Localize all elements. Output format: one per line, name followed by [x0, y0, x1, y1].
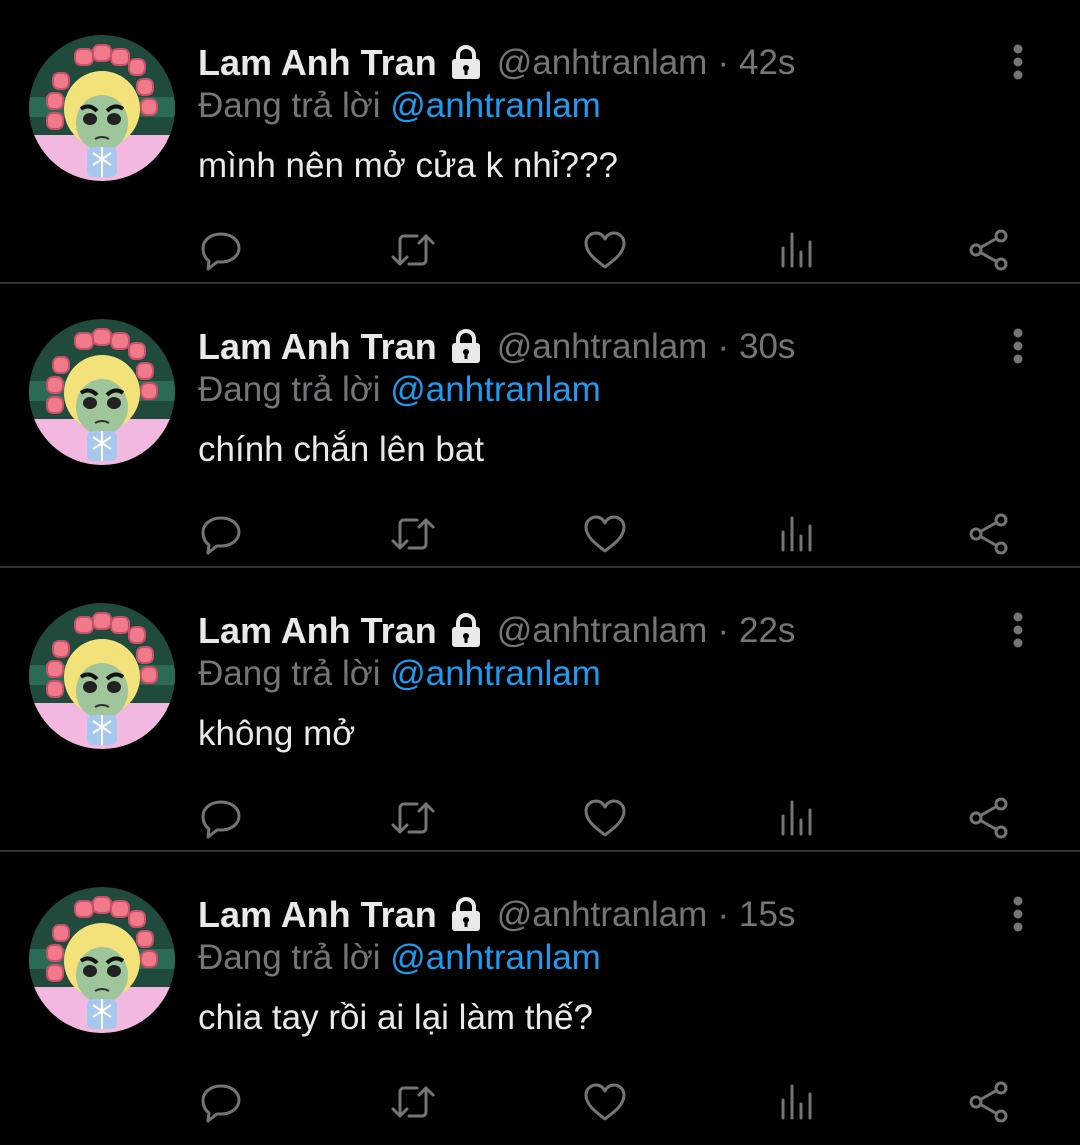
- retweet-icon[interactable]: [385, 790, 441, 846]
- reply-prefix: Đang trả lời: [198, 938, 381, 977]
- tweet-header: Lam Anh Tran @anhtranlam · 42s: [198, 38, 795, 88]
- user-handle[interactable]: @anhtranlam: [497, 327, 708, 367]
- tweet-text: chính chắn lên bat: [198, 430, 485, 469]
- like-icon[interactable]: [577, 1074, 633, 1130]
- views-icon[interactable]: [769, 790, 825, 846]
- share-icon[interactable]: [961, 222, 1017, 278]
- tweet[interactable]: Lam Anh Tran @anhtranlam · 42s Đang trả …: [0, 0, 1080, 284]
- tweet[interactable]: Lam Anh Tran @anhtranlam · 15s Đang trả …: [0, 852, 1080, 1141]
- replying-to: Đang trả lời @anhtranlam: [198, 86, 601, 126]
- tweet-text: mình nên mở cửa k nhỉ???: [198, 146, 618, 185]
- avatar[interactable]: [29, 319, 175, 465]
- tweet-feed: Lam Anh Tran @anhtranlam · 42s Đang trả …: [0, 0, 1080, 1141]
- avatar[interactable]: [29, 603, 175, 749]
- retweet-icon[interactable]: [385, 1074, 441, 1130]
- more-icon[interactable]: [998, 324, 1038, 368]
- action-bar: [0, 222, 1080, 278]
- avatar[interactable]: [29, 887, 175, 1033]
- tweet[interactable]: Lam Anh Tran @anhtranlam · 30s Đang trả …: [0, 284, 1080, 568]
- timestamp[interactable]: 22s: [739, 611, 795, 651]
- replying-to: Đang trả lời @anhtranlam: [198, 654, 601, 694]
- action-bar: [0, 506, 1080, 562]
- tweet-text: chia tay rồi ai lại làm thế?: [198, 998, 593, 1037]
- lock-icon: [447, 613, 485, 649]
- more-icon[interactable]: [998, 608, 1038, 652]
- reply-icon[interactable]: [193, 506, 249, 562]
- separator-dot: ·: [717, 611, 729, 650]
- user-handle[interactable]: @anhtranlam: [497, 611, 708, 651]
- display-name[interactable]: Lam Anh Tran: [198, 894, 437, 936]
- mention-link[interactable]: @anhtranlam: [390, 370, 601, 409]
- reply-prefix: Đang trả lời: [198, 86, 381, 125]
- separator-dot: ·: [717, 327, 729, 366]
- tweet-text: không mở: [198, 714, 356, 753]
- retweet-icon[interactable]: [385, 222, 441, 278]
- share-icon[interactable]: [961, 506, 1017, 562]
- timestamp[interactable]: 30s: [739, 327, 795, 367]
- reply-icon[interactable]: [193, 790, 249, 846]
- mention-link[interactable]: @anhtranlam: [390, 938, 601, 977]
- share-icon[interactable]: [961, 1074, 1017, 1130]
- timestamp[interactable]: 15s: [739, 895, 795, 935]
- tweet-header: Lam Anh Tran @anhtranlam · 22s: [198, 606, 795, 656]
- views-icon[interactable]: [769, 222, 825, 278]
- display-name[interactable]: Lam Anh Tran: [198, 42, 437, 84]
- more-icon[interactable]: [998, 40, 1038, 84]
- lock-icon: [447, 45, 485, 81]
- like-icon[interactable]: [577, 222, 633, 278]
- replying-to: Đang trả lời @anhtranlam: [198, 938, 601, 978]
- mention-link[interactable]: @anhtranlam: [390, 86, 601, 125]
- user-handle[interactable]: @anhtranlam: [497, 895, 708, 935]
- avatar[interactable]: [29, 35, 175, 181]
- more-icon[interactable]: [998, 892, 1038, 936]
- views-icon[interactable]: [769, 1074, 825, 1130]
- tweet-header: Lam Anh Tran @anhtranlam · 15s: [198, 890, 795, 940]
- like-icon[interactable]: [577, 790, 633, 846]
- action-bar: [0, 1074, 1080, 1130]
- lock-icon: [447, 897, 485, 933]
- display-name[interactable]: Lam Anh Tran: [198, 326, 437, 368]
- action-bar: [0, 790, 1080, 846]
- like-icon[interactable]: [577, 506, 633, 562]
- separator-dot: ·: [717, 895, 729, 934]
- reply-prefix: Đang trả lời: [198, 654, 381, 693]
- share-icon[interactable]: [961, 790, 1017, 846]
- retweet-icon[interactable]: [385, 506, 441, 562]
- tweet[interactable]: Lam Anh Tran @anhtranlam · 22s Đang trả …: [0, 568, 1080, 852]
- timestamp[interactable]: 42s: [739, 43, 795, 83]
- user-handle[interactable]: @anhtranlam: [497, 43, 708, 83]
- replying-to: Đang trả lời @anhtranlam: [198, 370, 601, 410]
- reply-icon[interactable]: [193, 222, 249, 278]
- reply-icon[interactable]: [193, 1074, 249, 1130]
- mention-link[interactable]: @anhtranlam: [390, 654, 601, 693]
- tweet-header: Lam Anh Tran @anhtranlam · 30s: [198, 322, 795, 372]
- lock-icon: [447, 329, 485, 365]
- display-name[interactable]: Lam Anh Tran: [198, 610, 437, 652]
- separator-dot: ·: [717, 43, 729, 82]
- reply-prefix: Đang trả lời: [198, 370, 381, 409]
- views-icon[interactable]: [769, 506, 825, 562]
